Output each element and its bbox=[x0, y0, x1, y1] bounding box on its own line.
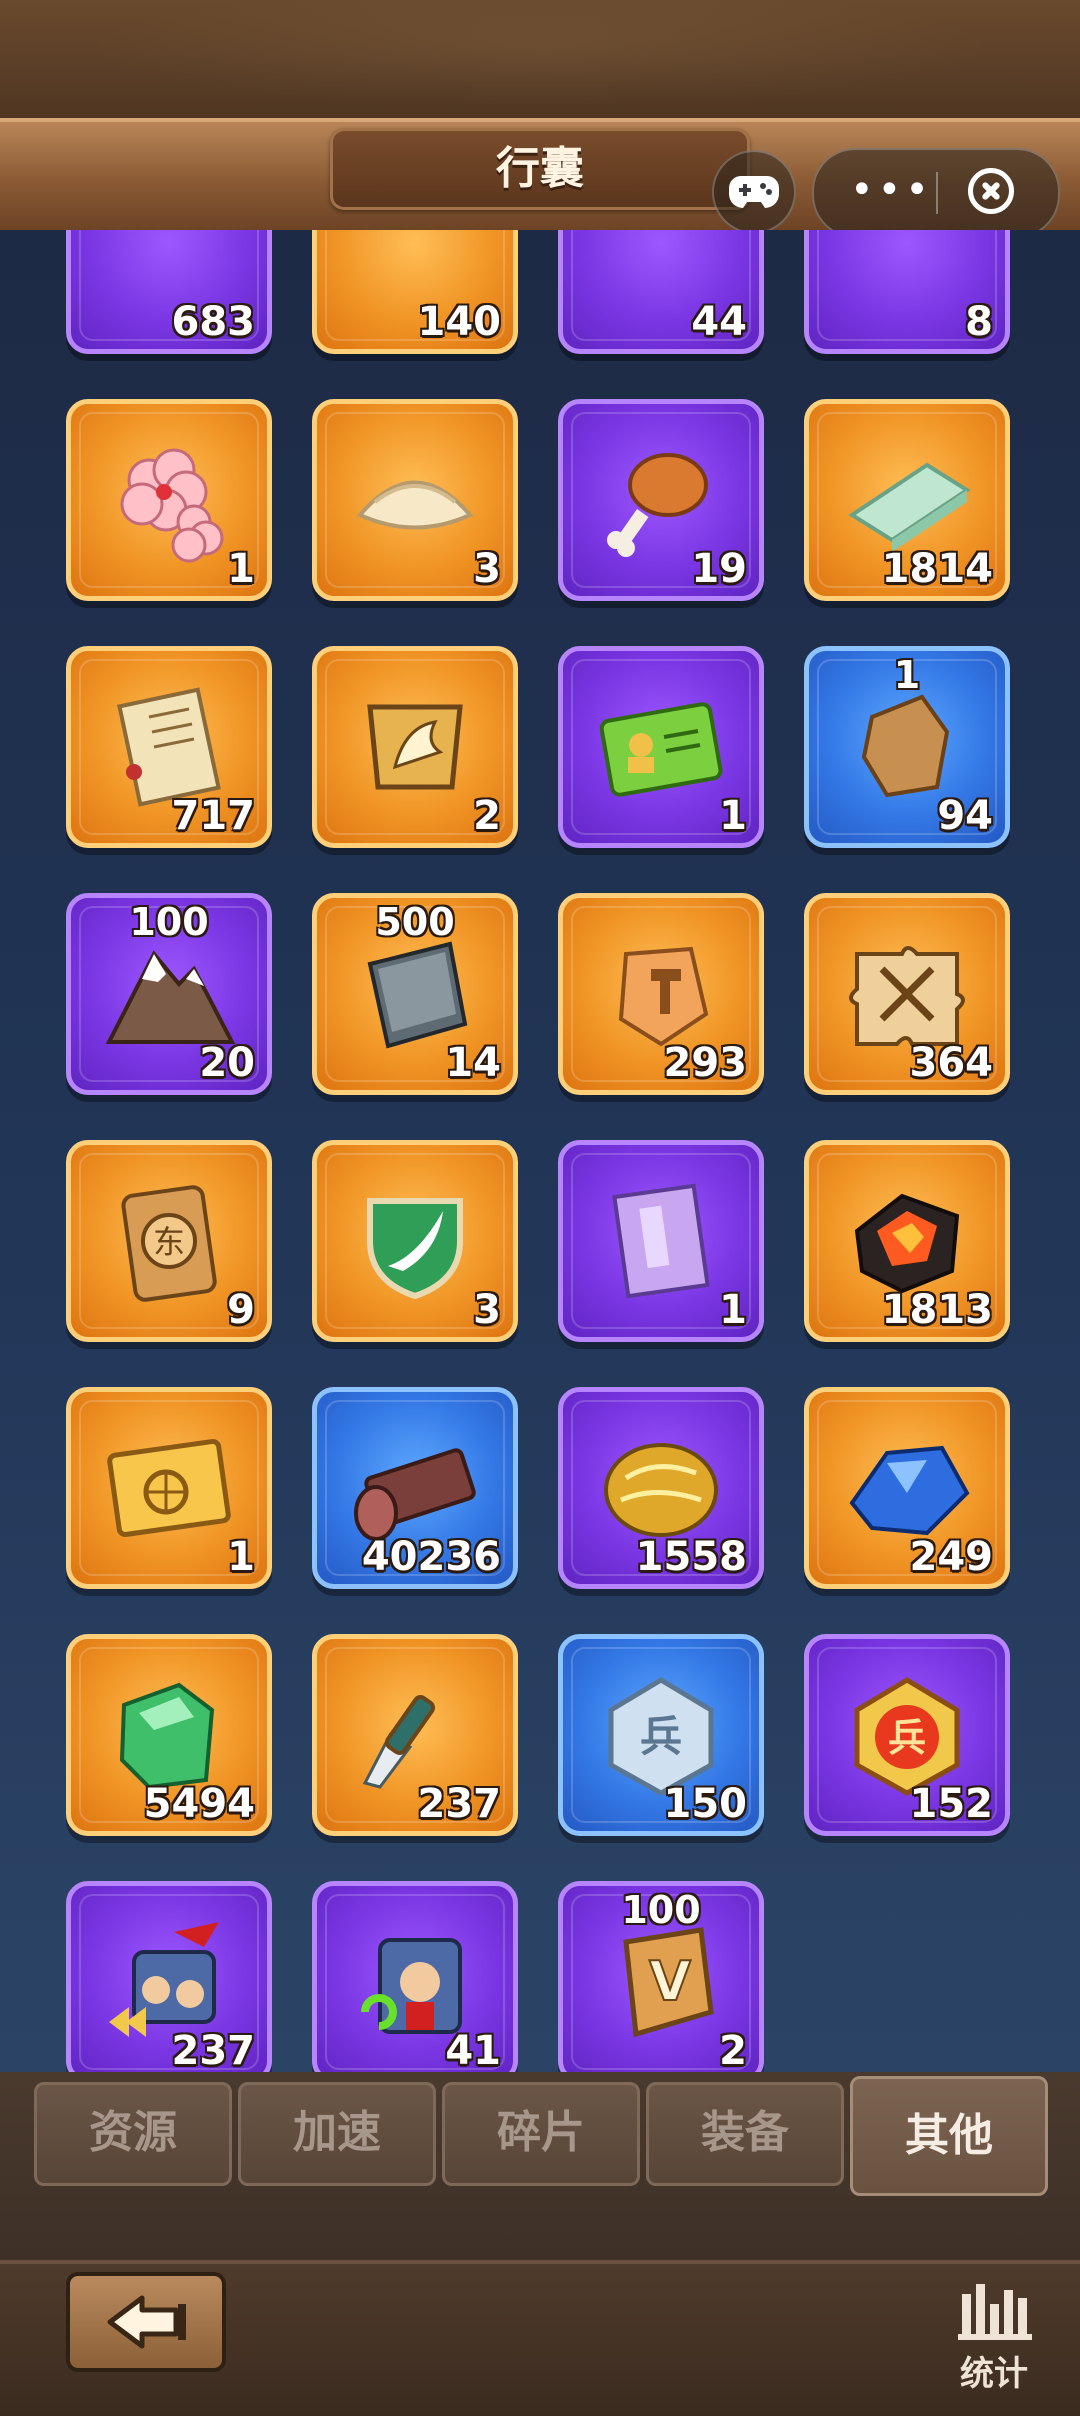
inventory-item[interactable]: 1814 bbox=[804, 399, 1010, 601]
inventory-item[interactable]: 2 bbox=[312, 646, 518, 848]
item-count: 1 bbox=[719, 793, 747, 839]
item-count: 94 bbox=[937, 793, 993, 839]
svg-text:兵: 兵 bbox=[888, 1716, 926, 1760]
item-count: 293 bbox=[663, 1040, 748, 1086]
item-count: 2 bbox=[719, 2028, 747, 2072]
inventory-item[interactable]: 8 bbox=[804, 230, 1010, 354]
item-level: 500 bbox=[375, 900, 455, 944]
item-count: 14 bbox=[445, 1040, 501, 1086]
tab-5[interactable]: 其他 bbox=[850, 2076, 1048, 2196]
inventory-item[interactable]: 19 bbox=[558, 399, 764, 601]
item-count: 3 bbox=[473, 1287, 501, 1333]
item-count: 237 bbox=[417, 1781, 502, 1827]
item-level: 100 bbox=[129, 900, 209, 944]
inventory-item[interactable]: 兵 152 bbox=[804, 1634, 1010, 1836]
tab-3[interactable]: 碎片 bbox=[442, 2082, 640, 2186]
item-count: 150 bbox=[663, 1781, 748, 1827]
item-count: 9 bbox=[227, 1287, 255, 1333]
item-count: 237 bbox=[171, 2028, 256, 2072]
inventory-item[interactable]: 140 bbox=[312, 230, 518, 354]
item-count: 152 bbox=[909, 1781, 994, 1827]
item-count: 717 bbox=[171, 793, 256, 839]
item-count: 1558 bbox=[635, 1534, 747, 1580]
item-count: 140 bbox=[417, 299, 502, 345]
inventory-item[interactable]: 717 bbox=[66, 646, 272, 848]
item-count: 1813 bbox=[881, 1287, 993, 1333]
inventory-item[interactable]: 5494 bbox=[66, 1634, 272, 1836]
inventory-item[interactable]: 1 bbox=[558, 1140, 764, 1342]
gamepad-button[interactable] bbox=[712, 150, 796, 234]
item-count: 41 bbox=[445, 2028, 501, 2072]
inventory-item[interactable]: 249 bbox=[804, 1387, 1010, 1589]
mini-program-capsule: ••• bbox=[812, 148, 1060, 238]
more-dots-icon[interactable]: ••• bbox=[850, 170, 929, 210]
stats-label: 统计 bbox=[960, 2354, 1028, 2394]
tab-1[interactable]: 资源 bbox=[34, 2082, 232, 2186]
item-count: 364 bbox=[909, 1040, 994, 1086]
inventory-item[interactable]: 东 9 bbox=[66, 1140, 272, 1342]
inventory-item[interactable]: 1813 bbox=[804, 1140, 1010, 1342]
inventory-item[interactable]: 237 bbox=[312, 1634, 518, 1836]
inventory-item[interactable]: V 100 2 bbox=[558, 1881, 764, 2072]
inventory-item[interactable]: 1 bbox=[558, 646, 764, 848]
back-arrow-icon bbox=[107, 2295, 186, 2349]
inventory-item[interactable]: 1 bbox=[66, 1387, 272, 1589]
inventory-item[interactable]: 1558 bbox=[558, 1387, 764, 1589]
item-count: 249 bbox=[909, 1534, 994, 1580]
item-count: 44 bbox=[691, 299, 747, 345]
capsule-divider bbox=[936, 172, 938, 214]
item-count: 20 bbox=[199, 1040, 255, 1086]
item-count: 683 bbox=[171, 299, 256, 345]
stats-button[interactable]: 统计 bbox=[944, 2276, 1044, 2396]
item-level: 100 bbox=[621, 1888, 701, 1932]
svg-text:兵: 兵 bbox=[640, 1712, 682, 1761]
tab-4[interactable]: 装备 bbox=[646, 2082, 844, 2186]
item-count: 1 bbox=[227, 1534, 255, 1580]
inventory-item[interactable]: 293 bbox=[558, 893, 764, 1095]
item-count: 1 bbox=[227, 546, 255, 592]
inventory-item[interactable]: 364 bbox=[804, 893, 1010, 1095]
inventory-item[interactable]: 1 94 bbox=[804, 646, 1010, 848]
item-count: 3 bbox=[473, 546, 501, 592]
inventory-item[interactable]: 500 14 bbox=[312, 893, 518, 1095]
inventory-item[interactable]: 41 bbox=[312, 1881, 518, 2072]
inventory-item[interactable]: 1 bbox=[66, 399, 272, 601]
inventory-grid[interactable]: 683 140 44 8 1 3 19 1814 717 2 1 1 94 10… bbox=[0, 230, 1080, 2072]
item-count: 19 bbox=[691, 546, 747, 592]
inventory-item[interactable]: 44 bbox=[558, 230, 764, 354]
item-count: 1814 bbox=[881, 546, 993, 592]
inventory-item[interactable]: 3 bbox=[312, 1140, 518, 1342]
inventory-item[interactable]: 100 20 bbox=[66, 893, 272, 1095]
bar-chart-icon bbox=[958, 2284, 1032, 2340]
back-button[interactable] bbox=[66, 2272, 226, 2372]
item-count: 8 bbox=[965, 299, 993, 345]
tab-2[interactable]: 加速 bbox=[238, 2082, 436, 2186]
page-title: 行囊 bbox=[496, 143, 584, 194]
inventory-item[interactable]: 3 bbox=[312, 399, 518, 601]
svg-text:V: V bbox=[649, 1950, 691, 2013]
item-count: 5494 bbox=[143, 1781, 255, 1827]
item-count: 40236 bbox=[361, 1534, 501, 1580]
inventory-item[interactable]: 237 bbox=[66, 1881, 272, 2072]
inventory-item[interactable]: 40236 bbox=[312, 1387, 518, 1589]
close-circle-icon[interactable] bbox=[968, 168, 1014, 214]
inventory-item[interactable]: 683 bbox=[66, 230, 272, 354]
item-count: 2 bbox=[473, 793, 501, 839]
item-level: 1 bbox=[893, 653, 921, 697]
gamepad-icon bbox=[729, 176, 779, 208]
item-count: 1 bbox=[719, 1287, 747, 1333]
inventory-item[interactable]: 兵 150 bbox=[558, 1634, 764, 1836]
svg-text:东: 东 bbox=[153, 1223, 185, 1261]
